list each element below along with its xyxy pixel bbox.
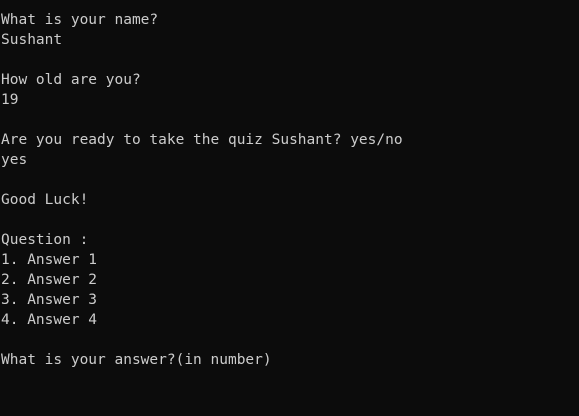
- answer-option-1: 1. Answer 1: [1, 252, 98, 268]
- console-output: What is your name? Sushant How old are y…: [1, 10, 579, 370]
- age-input-text: 19: [1, 92, 19, 108]
- name-input-text: Sushant: [1, 32, 63, 48]
- age-prompt: How old are you?: [1, 72, 141, 88]
- ready-prompt: Are you ready to take the quiz Sushant? …: [1, 132, 403, 148]
- console-window[interactable]: What is your name? Sushant How old are y…: [0, 0, 579, 416]
- good-luck-text: Good Luck!: [1, 192, 89, 208]
- name-prompt: What is your name?: [1, 12, 159, 28]
- answer-prompt[interactable]: What is your answer?(in number): [1, 350, 579, 370]
- answer-option-3: 3. Answer 3: [1, 292, 98, 308]
- question-label: Question :: [1, 232, 89, 248]
- answer-option-4: 4. Answer 4: [1, 312, 98, 328]
- ready-input-text: yes: [1, 152, 28, 168]
- answer-option-2: 2. Answer 2: [1, 272, 98, 288]
